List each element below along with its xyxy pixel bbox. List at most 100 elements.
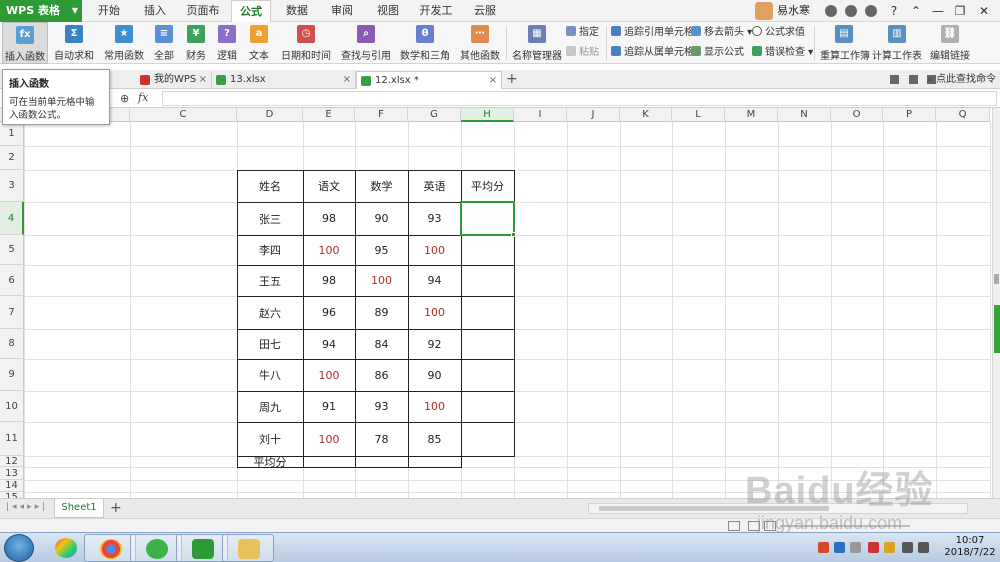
ribbon-button-6[interactable]: a 文本	[246, 22, 272, 64]
table-cell[interactable]: 刘十	[237, 422, 303, 456]
avatar[interactable]	[755, 2, 773, 20]
ribbon-button-3[interactable]: ≡ 全部	[150, 22, 178, 64]
doc-tab-my-wps[interactable]: 我的WPS ×	[136, 71, 212, 89]
table-cell[interactable]: 100	[408, 296, 461, 329]
find-command-button[interactable]: ⌕ 点此查找命令	[927, 71, 996, 88]
table-cell[interactable]: 周九	[237, 391, 303, 422]
table-cell[interactable]: 85	[408, 422, 461, 456]
column-header[interactable]: L	[672, 108, 725, 122]
table-cell[interactable]: 91	[303, 391, 355, 422]
lock-icon[interactable]	[908, 75, 918, 84]
doc-tab-13[interactable]: 13.xlsx ×	[212, 71, 356, 89]
app-menu-button[interactable]: WPS 表格 ▼	[0, 0, 82, 22]
table-cell[interactable]: 100	[303, 422, 355, 456]
column-header[interactable]: M	[725, 108, 778, 122]
paste-name-button[interactable]: 粘贴	[566, 46, 599, 60]
antivirus-icon[interactable]	[818, 542, 829, 553]
row-header[interactable]: 14	[0, 480, 24, 492]
side-panel-toggle[interactable]	[994, 305, 1000, 353]
scroll-thumb[interactable]	[599, 506, 829, 511]
column-header[interactable]: G	[408, 108, 461, 122]
close-button[interactable]: ✕	[973, 0, 995, 22]
fx-icon[interactable]: fx	[138, 91, 148, 104]
row-header[interactable]: 8	[0, 329, 24, 359]
horizontal-scrollbar[interactable]	[588, 503, 968, 514]
ribbon-button-7[interactable]: ◷ 日期和时间	[279, 22, 333, 64]
column-header[interactable]: D	[237, 108, 303, 122]
define-name-button[interactable]: 指定	[566, 26, 599, 40]
table-cell[interactable]	[461, 391, 514, 422]
row-header[interactable]: 9	[0, 359, 24, 391]
table-cell[interactable]: 93	[355, 391, 408, 422]
normal-view-icon[interactable]	[728, 521, 740, 531]
row-header[interactable]: 3	[0, 170, 24, 202]
clock[interactable]: 10:07 2018/7/22	[940, 535, 1000, 559]
column-header[interactable]: J	[567, 108, 620, 122]
user-name[interactable]: 易水寒	[777, 0, 810, 22]
row-header[interactable]: 1	[0, 122, 24, 146]
window-icon[interactable]	[890, 75, 899, 84]
table-cell[interactable]: 98	[303, 202, 355, 235]
input-method-icon[interactable]	[884, 542, 895, 553]
show-formulas-button[interactable]: 显示公式	[691, 46, 744, 60]
row-header[interactable]: 5	[0, 235, 24, 265]
active-cell-selection[interactable]	[460, 201, 516, 237]
formula-input[interactable]	[162, 91, 997, 106]
tab-1[interactable]: 插入	[144, 0, 166, 22]
trace-dependents-button[interactable]: 追踪从属单元格	[611, 46, 694, 60]
table-cell[interactable]: 92	[408, 329, 461, 359]
error-check-button[interactable]: 错误检查 ▾	[752, 46, 813, 60]
column-header[interactable]: Q	[936, 108, 990, 122]
ribbon-button-1[interactable]: Σ 自动求和	[50, 22, 98, 64]
table-cell[interactable]: 100	[408, 235, 461, 265]
table-cell[interactable]	[303, 456, 355, 467]
table-cell[interactable]: 语文	[303, 170, 355, 202]
table-cell[interactable]: 94	[408, 265, 461, 296]
close-icon[interactable]: ×	[489, 72, 497, 89]
column-header[interactable]: H	[461, 108, 514, 122]
vertical-scrollbar[interactable]	[992, 108, 1000, 498]
table-cell[interactable]: 89	[355, 296, 408, 329]
table-cell[interactable]: 平均分	[461, 170, 514, 202]
column-header[interactable]: I	[514, 108, 567, 122]
volume-icon[interactable]	[918, 542, 929, 553]
row-header[interactable]: 2	[0, 146, 24, 170]
tab-5[interactable]: 审阅	[331, 0, 353, 22]
table-cell[interactable]: 100	[408, 391, 461, 422]
new-tab-button[interactable]: +	[506, 71, 518, 88]
tab-2[interactable]: 页面布局	[183, 0, 223, 39]
tab-8[interactable]: 云服务	[470, 0, 500, 39]
page-break-view-icon[interactable]	[748, 521, 760, 531]
remove-arrows-button[interactable]: 移去箭头 ▾	[691, 26, 752, 40]
ribbon-button-4[interactable]: ¥ 财务	[181, 22, 211, 64]
table-cell[interactable]: 94	[303, 329, 355, 359]
tab-4[interactable]: 数据	[286, 0, 308, 22]
table-cell[interactable]	[461, 296, 514, 329]
column-header[interactable]: K	[620, 108, 672, 122]
tab-6[interactable]: 视图	[377, 0, 399, 22]
taskbar-app-wps[interactable]	[176, 534, 228, 562]
table-cell[interactable]: 84	[355, 329, 408, 359]
table-cell[interactable]	[461, 265, 514, 296]
ribbon-button-13[interactable]: ▥ 计算工作表	[872, 22, 922, 64]
row-header[interactable]: 4	[0, 202, 24, 235]
flag-icon[interactable]	[868, 542, 879, 553]
table-cell[interactable]: 牛八	[237, 359, 303, 391]
ribbon-button-11[interactable]: ▦ 名称管理器	[512, 22, 562, 64]
row-header[interactable]: 13	[0, 467, 24, 480]
row-header[interactable]: 10	[0, 391, 24, 422]
table-cell[interactable]: 100	[303, 235, 355, 265]
ribbon-button-14[interactable]: ⛓ 编辑链接	[930, 22, 970, 64]
zoom-slider[interactable]	[780, 525, 910, 527]
page-layout-view-icon[interactable]	[764, 521, 776, 531]
table-cell[interactable]: 95	[355, 235, 408, 265]
tab-7[interactable]: 开发工具	[416, 0, 456, 39]
table-cell[interactable]	[408, 456, 461, 467]
table-cell[interactable]: 田七	[237, 329, 303, 359]
fill-handle[interactable]	[511, 232, 516, 237]
row-header[interactable]: 12	[0, 456, 24, 467]
ribbon-button-5[interactable]: ? 逻辑	[213, 22, 241, 64]
table-cell[interactable]: 李四	[237, 235, 303, 265]
collapse-ribbon-icon[interactable]: ⌃	[905, 0, 927, 22]
lock-icon[interactable]	[850, 542, 861, 553]
